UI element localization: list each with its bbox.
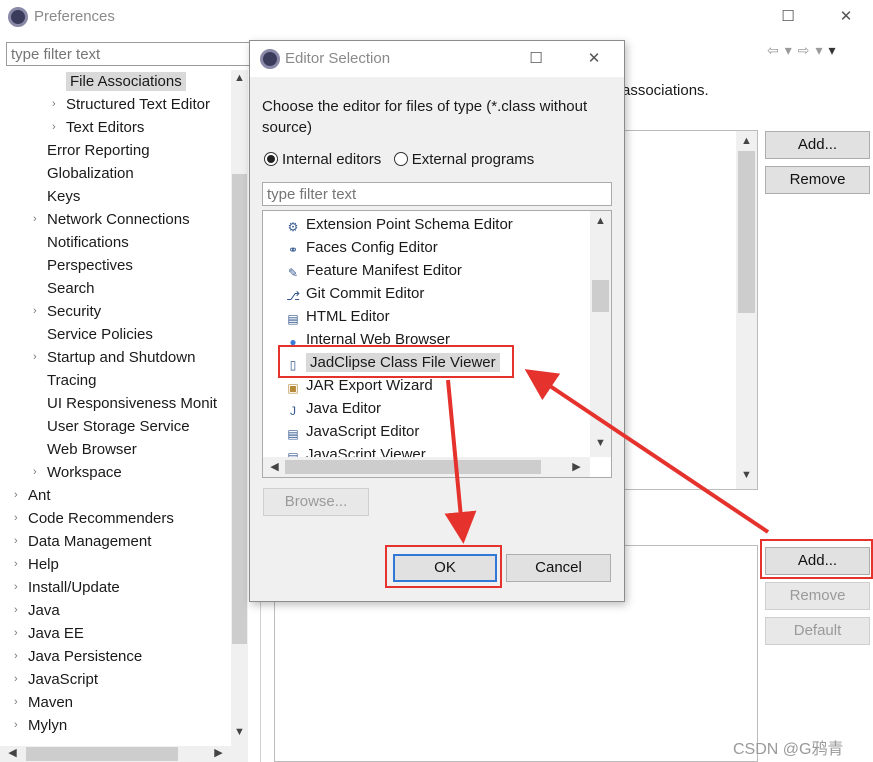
arrow-to-ok xyxy=(444,379,477,544)
annotation-arrows xyxy=(444,369,770,544)
watermark: CSDN @G鸦青 xyxy=(733,741,844,758)
arrow-from-add xyxy=(524,369,770,534)
